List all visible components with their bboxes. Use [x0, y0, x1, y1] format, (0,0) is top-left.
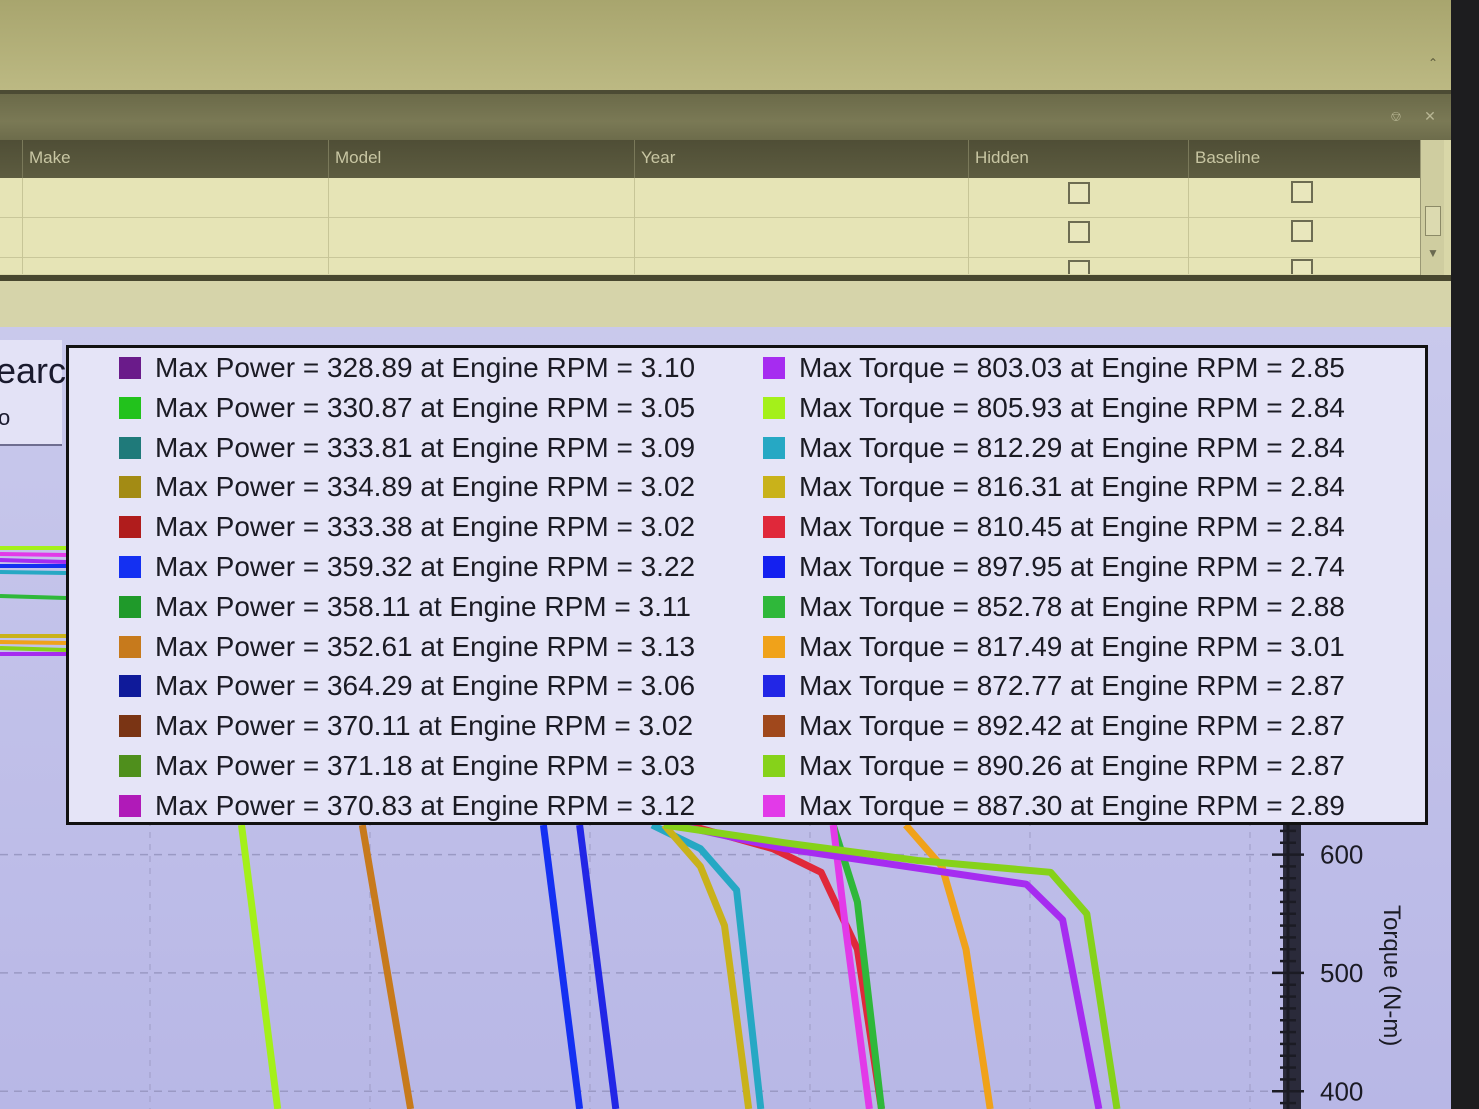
legend-item: Max Power = 370.83 at Engine RPM = 3.12	[119, 786, 695, 826]
legend-swatch	[119, 436, 141, 459]
series-line	[539, 824, 584, 1109]
legend-item: Max Power = 333.38 at Engine RPM = 3.02	[119, 507, 695, 547]
legend-item: Max Torque = 887.30 at Engine RPM = 2.89	[763, 786, 1345, 826]
legend-label: Max Power = 370.11 at Engine RPM = 3.02	[155, 710, 694, 742]
legend-swatch	[763, 794, 785, 817]
legend-item: Max Torque = 890.26 at Engine RPM = 2.87	[763, 746, 1345, 786]
series-line-stub	[0, 640, 67, 645]
legend-item: Max Power = 364.29 at Engine RPM = 3.06	[119, 666, 695, 706]
legend-label: Max Torque = 872.77 at Engine RPM = 2.87	[799, 670, 1345, 702]
y-tick-label: 400	[1320, 1076, 1363, 1106]
legend-swatch	[763, 755, 785, 777]
legend-label: Max Power = 333.38 at Engine RPM = 3.02	[155, 511, 696, 543]
series-line-stub	[0, 594, 67, 600]
legend-label: Max Power = 358.11 at Engine RPM = 3.11	[155, 590, 691, 622]
legend-swatch	[119, 794, 141, 817]
legend-item: Max Power = 352.61 at Engine RPM = 3.13	[119, 627, 695, 667]
monitor-bezel	[1451, 0, 1479, 1109]
legend-swatch	[763, 635, 785, 658]
series-line-stub	[0, 570, 67, 575]
series-line-stub	[0, 552, 67, 557]
legend-label: Max Power = 334.89 at Engine RPM = 3.02	[155, 471, 696, 503]
series-line	[661, 822, 753, 1109]
legend-swatch	[119, 556, 141, 578]
legend-label: Max Power = 364.29 at Engine RPM = 3.06	[155, 670, 696, 702]
legend-label: Max Torque = 817.49 at Engine RPM = 3.01	[799, 630, 1345, 662]
legend-swatch	[119, 357, 141, 379]
legend-item: Max Power = 330.87 at Engine RPM = 3.05	[119, 388, 695, 428]
legend-swatch	[763, 396, 785, 419]
legend-swatch	[763, 675, 785, 698]
legend-item: Max Power = 371.18 at Engine RPM = 3.03	[119, 746, 695, 786]
legend-item: Max Torque = 817.49 at Engine RPM = 3.01	[763, 627, 1345, 667]
legend-swatch	[119, 476, 141, 499]
legend-item: Max Torque = 805.93 at Engine RPM = 2.84	[763, 388, 1345, 428]
legend-swatch	[119, 635, 141, 658]
legend-label: Max Power = 370.83 at Engine RPM = 3.12	[155, 789, 696, 821]
legend-label: Max Power = 328.89 at Engine RPM = 3.10	[155, 352, 696, 383]
y-axis-title: Torque (N-m)	[1378, 905, 1405, 1046]
legend-swatch	[763, 715, 785, 738]
legend-item: Max Power = 359.32 at Engine RPM = 3.22	[119, 547, 695, 587]
legend-swatch	[119, 396, 141, 419]
legend-swatch	[763, 556, 785, 578]
legend-label: Max Torque = 890.26 at Engine RPM = 2.87	[799, 750, 1345, 781]
legend-swatch	[119, 675, 141, 698]
legend-item: Max Torque = 803.03 at Engine RPM = 2.85	[763, 348, 1345, 388]
legend-swatch	[119, 516, 141, 539]
legend-label: Max Torque = 852.78 at Engine RPM = 2.88	[799, 590, 1345, 622]
legend-label: Max Power = 333.81 at Engine RPM = 3.09	[155, 431, 696, 463]
legend-label: Max Power = 359.32 at Engine RPM = 3.22	[155, 551, 696, 582]
legend-item: Max Torque = 892.42 at Engine RPM = 2.87	[763, 706, 1345, 746]
legend-label: Max Torque = 816.31 at Engine RPM = 2.84	[799, 471, 1345, 503]
legend-label: Max Torque = 805.93 at Engine RPM = 2.84	[799, 391, 1345, 423]
legend-item: Max Torque = 816.31 at Engine RPM = 2.84	[763, 467, 1345, 507]
legend-label: Max Torque = 810.45 at Engine RPM = 2.84	[799, 511, 1345, 543]
legend-label: Max Torque = 812.29 at Engine RPM = 2.84	[799, 431, 1345, 463]
legend-item: Max Power = 328.89 at Engine RPM = 3.10	[119, 348, 695, 388]
legend-item: Max Torque = 897.95 at Engine RPM = 2.74	[763, 547, 1345, 587]
legend-label: Max Torque = 803.03 at Engine RPM = 2.85	[799, 352, 1345, 383]
legend-item: Max Torque = 872.77 at Engine RPM = 2.87	[763, 666, 1345, 706]
series-line-stub	[0, 646, 67, 652]
legend-swatch	[763, 516, 785, 539]
legend-label: Max Power = 330.87 at Engine RPM = 3.05	[155, 391, 696, 423]
legend-swatch	[763, 436, 785, 459]
legend-label: Max Torque = 887.30 at Engine RPM = 2.89	[799, 789, 1345, 821]
series-line	[238, 824, 282, 1109]
legend-item: Max Power = 370.11 at Engine RPM = 3.02	[119, 706, 693, 746]
legend-item: Max Power = 333.81 at Engine RPM = 3.09	[119, 428, 695, 468]
legend-label: Max Torque = 892.42 at Engine RPM = 2.87	[799, 710, 1345, 742]
legend-item: Max Torque = 810.45 at Engine RPM = 2.84	[763, 507, 1345, 547]
legend-item: Max Torque = 852.78 at Engine RPM = 2.88	[763, 587, 1345, 627]
legend-item: Max Power = 334.89 at Engine RPM = 3.02	[119, 467, 695, 507]
legend-swatch	[763, 595, 785, 618]
legend-swatch	[119, 755, 141, 777]
legend-swatch	[119, 595, 141, 618]
legend-swatch	[119, 715, 141, 738]
legend-item: Max Power = 358.11 at Engine RPM = 3.11	[119, 587, 691, 627]
legend-label: Max Power = 352.61 at Engine RPM = 3.13	[155, 630, 696, 662]
legend-label: Max Power = 371.18 at Engine RPM = 3.03	[155, 750, 696, 781]
legend-swatch	[763, 476, 785, 499]
legend-label: Max Torque = 897.95 at Engine RPM = 2.74	[799, 551, 1345, 582]
chart-legend: Max Power = 328.89 at Engine RPM = 3.10 M…	[66, 345, 1428, 825]
series-line-stub	[0, 558, 67, 564]
y-tick-label: 500	[1320, 958, 1363, 988]
legend-swatch	[763, 357, 785, 379]
y-tick-label: 600	[1320, 840, 1363, 870]
legend-item: Max Torque = 812.29 at Engine RPM = 2.84	[763, 428, 1345, 468]
series-line	[576, 824, 620, 1109]
